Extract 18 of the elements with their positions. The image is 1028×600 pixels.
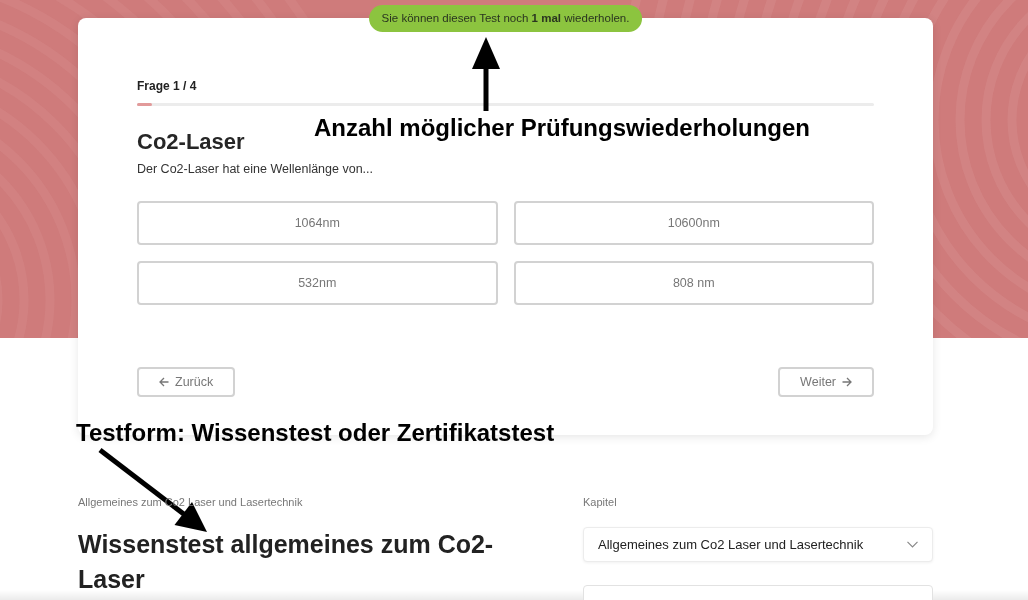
- answer-option[interactable]: 1064nm: [137, 201, 498, 245]
- question-counter: Frage 1 / 4: [137, 78, 197, 94]
- answer-option[interactable]: 10600nm: [513, 201, 874, 245]
- chapter-select[interactable]: Allgemeines zum Co2 Laser und Lasertechnik: [583, 527, 933, 562]
- next-button[interactable]: Weiter: [778, 367, 874, 397]
- annotation-label: Testform: Wissenstest oder Zertifikatstest: [76, 419, 555, 447]
- question-title: Co2-Laser: [137, 128, 245, 156]
- arrow-left-icon: [159, 377, 169, 387]
- answer-option[interactable]: 532nm: [137, 261, 498, 305]
- chevron-down-icon: [907, 541, 918, 548]
- test-title: Wissenstest allgemeines zum Co2-Laser: [78, 529, 495, 595]
- back-button[interactable]: Zurück: [137, 367, 236, 397]
- question-text: Der Co2-Laser hat eine Wellenlänge von...: [137, 161, 374, 178]
- arrow-right-icon: [842, 377, 852, 387]
- answer-option[interactable]: 808 nm: [513, 261, 874, 305]
- chapter-label: Kapitel: [583, 495, 617, 509]
- annotation-label: Anzahl möglicher Prüfungswiederholungen: [314, 114, 811, 142]
- retry-notice: Sie können diesen Test noch 1 mal wiederholen.: [368, 5, 643, 32]
